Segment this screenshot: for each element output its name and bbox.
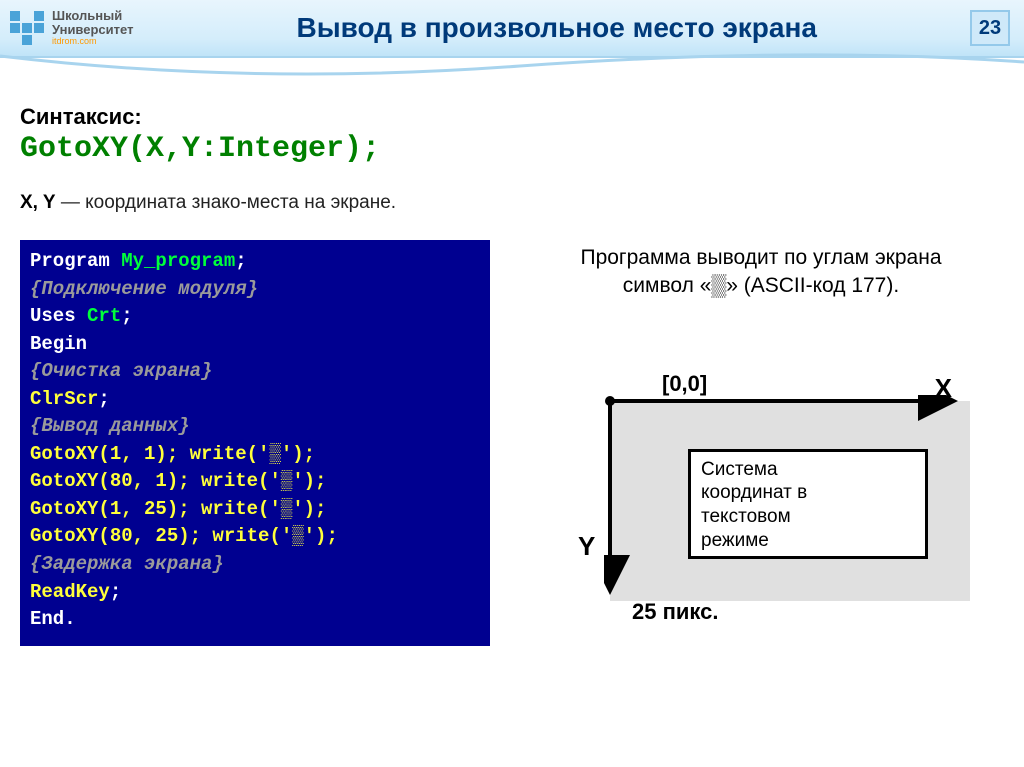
- code-block: Program My_program; {Подключение модуля}…: [20, 240, 490, 646]
- slide-content: Синтаксис: GotoXY(X,Y:Integer); X, Y — к…: [0, 58, 1024, 646]
- program-description: Программа выводит по углам экрана символ…: [512, 244, 1010, 301]
- y-axis-label: Y: [578, 531, 595, 562]
- logo-icon: [10, 11, 44, 45]
- right-column: Программа выводит по углам экрана символ…: [512, 240, 1010, 646]
- slide-header: Школьный Университет itdrom.com Вывод в …: [0, 0, 1024, 58]
- description: X, Y — координата знако-места на экране.: [20, 192, 1010, 214]
- desc-vars: X, Y: [20, 192, 56, 213]
- logo: Школьный Университет itdrom.com: [0, 5, 143, 51]
- origin-label: [0,0]: [662, 371, 707, 397]
- logo-line1: Школьный: [52, 9, 133, 23]
- syntax-code: GotoXY(X,Y:Integer);: [20, 132, 1010, 166]
- coord-system-box: Система координат в текстовом режиме: [688, 449, 928, 559]
- coordinate-diagram: [0,0] X Y 80 пикс. 25 пикс.: [512, 371, 992, 631]
- logo-sub: itdrom.com: [52, 37, 133, 47]
- slide-number: 23: [970, 10, 1010, 46]
- syntax-label: Синтаксис:: [20, 104, 1010, 130]
- desc-text: — координата знако-места на экране.: [56, 192, 397, 213]
- logo-line2: Университет: [52, 23, 133, 37]
- slide-title: Вывод в произвольное место экрана: [143, 12, 970, 44]
